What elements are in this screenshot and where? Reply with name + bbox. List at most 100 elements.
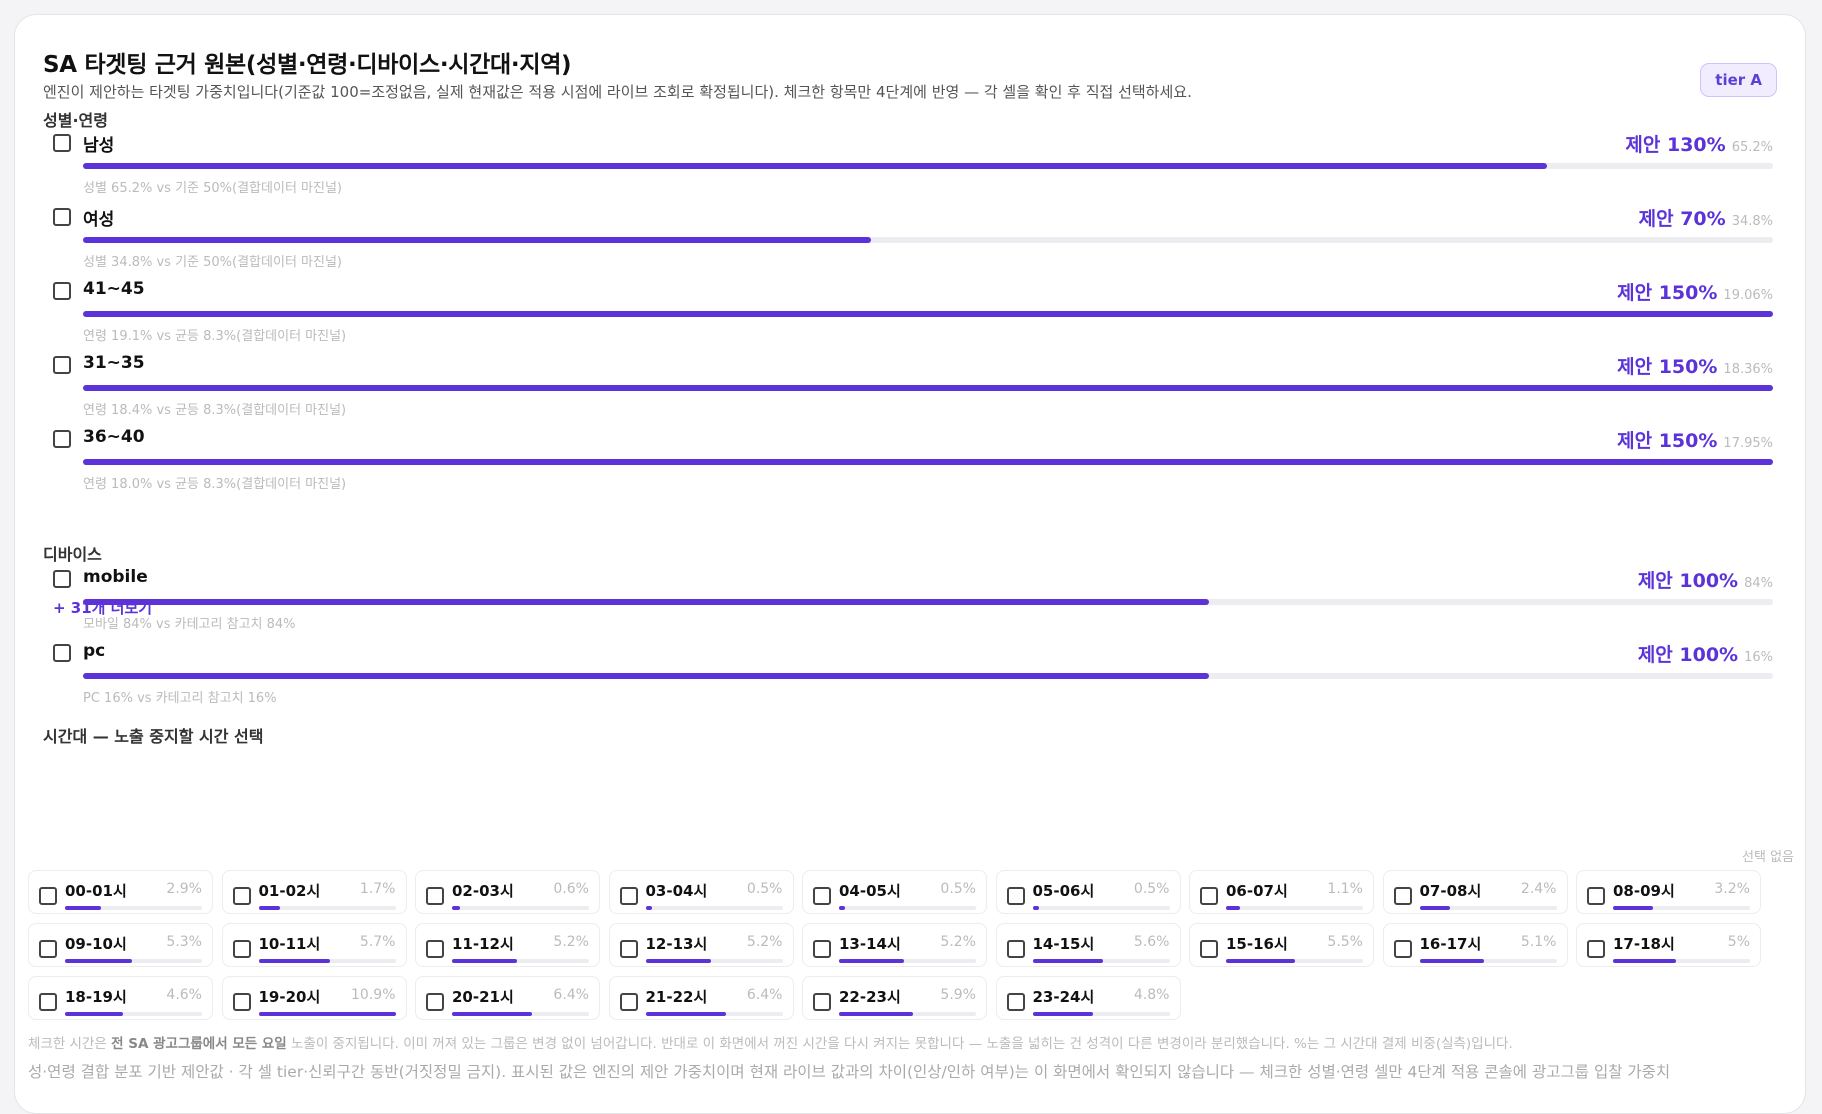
timeslot-cell[interactable]: 02-03시 0.6% — [415, 870, 600, 914]
timeslot-checkbox[interactable] — [232, 887, 251, 905]
timeslot-checkbox[interactable] — [619, 940, 638, 958]
timeslot-cell[interactable]: 09-10시 5.3% — [28, 923, 213, 967]
gender-age-row[interactable]: 31~35 제안 150% 18.36% 연령 18.4% vs 균등 8.3%(결합… — [53, 351, 1773, 431]
timeslot-label: 23-24시 — [1032, 988, 1095, 1006]
timeslot-checkbox[interactable] — [813, 940, 831, 958]
timeslot-checkbox[interactable] — [39, 993, 57, 1011]
timeslot-percent: 6.4% — [746, 987, 783, 1003]
timeslot-cell[interactable]: 20-21시 6.4% — [415, 976, 600, 1020]
timeslot-cell[interactable]: 04-05시 0.5% — [802, 870, 987, 914]
gender-age-row[interactable]: 36~40 제안 150% 17.95% 연령 18.0% vs 균등 8.3%(결합… — [53, 425, 1773, 505]
weight-bar-fill — [83, 385, 1773, 391]
timeslot-label: 06-07시 — [1226, 882, 1288, 900]
timeslot-checkbox[interactable] — [1006, 940, 1025, 958]
timeslot-bar-fill — [258, 906, 280, 910]
suggested-weight: 제안 150% — [1617, 282, 1718, 304]
timeslot-checkbox[interactable] — [232, 940, 251, 958]
timeslot-cell[interactable]: 11-12시 5.2% — [415, 923, 600, 967]
row-checkbox[interactable] — [53, 282, 71, 300]
timeslot-cell[interactable]: 17-18시 5% — [1576, 923, 1761, 967]
timeslot-cell[interactable]: 03-04시 0.5% — [608, 870, 794, 914]
timeslot-bar-track — [258, 1012, 396, 1016]
row-checkbox[interactable] — [53, 430, 71, 448]
timeslot-bar-fill — [1226, 906, 1240, 910]
timeslot-cell[interactable]: 06-07시 1.1% — [1189, 870, 1374, 914]
timeslot-label: 13-14시 — [839, 935, 901, 953]
timeslot-cell[interactable]: 12-13시 5.2% — [608, 923, 794, 967]
timeslot-bar-fill — [645, 959, 711, 963]
row-checkbox[interactable] — [53, 208, 71, 226]
timeslot-cell[interactable]: 13-14시 5.2% — [802, 923, 987, 967]
timeslot-bar-track — [65, 1012, 202, 1016]
timeslot-cell[interactable]: 01-02시 1.7% — [221, 870, 407, 914]
page-title: SA 타겟팅 근거 원본(성별·연령·디바이스·시간대·지역) — [43, 52, 572, 78]
timeslot-bar-fill — [452, 906, 460, 910]
row-note: PC 16% vs 카테고리 참고치 16% — [83, 691, 277, 706]
timeslot-checkbox[interactable] — [1200, 940, 1218, 958]
gender-age-row[interactable]: 남성 제안 130% 65.2% 성별 65.2% vs 기준 50%(결합데이터 마… — [53, 129, 1773, 209]
timeslot-percent: 2.4% — [1520, 881, 1557, 897]
suggested-weight: 제안 70% — [1638, 208, 1726, 230]
device-row[interactable]: pc 제안 100% 16% PC 16% vs 카테고리 참고치 16% — [53, 639, 1773, 719]
timeslot-checkbox[interactable] — [619, 993, 638, 1011]
timeslot-checkbox[interactable] — [232, 993, 251, 1011]
timeslot-footnote: 체크한 시간은 전 SA 광고그룹에서 모든 요일 노출이 중지됩니다. 이미 … — [28, 1036, 1513, 1052]
timeslot-checkbox[interactable] — [39, 940, 57, 958]
timeslot-percent: 5% — [1727, 934, 1750, 950]
timeslot-checkbox[interactable] — [1006, 887, 1025, 905]
tier-badge: tier A — [1700, 63, 1777, 97]
timeslot-percent: 6.4% — [553, 987, 589, 1003]
timeslot-checkbox[interactable] — [1587, 887, 1605, 905]
disclaimer: 성·연령 결합 분포 기반 제안값 · 각 셀 tier·신뢰구간 동반(거짓정… — [28, 1063, 1671, 1081]
timeslot-checkbox[interactable] — [813, 887, 831, 905]
timeslot-cell[interactable]: 08-09시 3.2% — [1576, 870, 1761, 914]
gender-age-row[interactable]: 41~45 제안 150% 19.06% 연령 19.1% vs 균등 8.3%(결합… — [53, 277, 1773, 357]
section-device: 디바이스 — [43, 545, 102, 564]
timeslot-cell[interactable]: 05-06시 0.5% — [995, 870, 1181, 914]
suggested-weight: 제안 150% — [1617, 430, 1718, 452]
timeslot-checkbox[interactable] — [1006, 993, 1025, 1011]
timeslot-cell[interactable]: 18-19시 4.6% — [28, 976, 213, 1020]
timeslot-checkbox[interactable] — [1393, 887, 1412, 905]
row-checkbox[interactable] — [53, 570, 71, 588]
section-gender-age: 성별·연령 — [43, 111, 108, 130]
timeslot-cell[interactable]: 23-24시 4.8% — [995, 976, 1181, 1020]
timeslot-bar-track — [258, 959, 396, 963]
row-value: 제안 150% 19.06% — [1617, 278, 1773, 305]
row-value: 제안 130% 65.2% — [1625, 130, 1773, 157]
timeslot-cell[interactable]: 19-20시 10.9% — [221, 976, 407, 1020]
timeslot-cell[interactable]: 21-22시 6.4% — [608, 976, 794, 1020]
row-checkbox[interactable] — [53, 134, 71, 152]
timeslot-cell[interactable]: 14-15시 5.6% — [995, 923, 1181, 967]
timeslot-checkbox[interactable] — [1587, 940, 1605, 958]
timeslot-checkbox[interactable] — [1393, 940, 1412, 958]
timeslot-bar-track — [839, 959, 976, 963]
timeslot-cell[interactable]: 22-23시 5.9% — [802, 976, 987, 1020]
timeslot-cell[interactable]: 00-01시 2.9% — [28, 870, 213, 914]
timeslot-cell[interactable]: 07-08시 2.4% — [1382, 870, 1568, 914]
row-checkbox[interactable] — [53, 356, 71, 374]
weight-bar-track — [83, 673, 1773, 679]
row-checkbox[interactable] — [53, 644, 71, 662]
timeslot-label: 08-09시 — [1613, 882, 1675, 900]
timeslot-percent: 5.1% — [1520, 934, 1557, 950]
timeslot-selection-status: 선택 없음 — [1742, 850, 1794, 865]
gender-age-row[interactable]: 여성 제안 70% 34.8% 성별 34.8% vs 기준 50%(결합데이터 마진… — [53, 203, 1773, 283]
row-label: 36~40 — [83, 427, 145, 447]
timeslot-percent: 5.9% — [940, 987, 976, 1003]
row-note: 성별 65.2% vs 기준 50%(결합데이터 마진널) — [83, 181, 342, 196]
timeslot-checkbox[interactable] — [39, 887, 57, 905]
timeslot-cell[interactable]: 16-17시 5.1% — [1382, 923, 1568, 967]
timeslot-checkbox[interactable] — [426, 993, 444, 1011]
timeslot-cell[interactable]: 15-16시 5.5% — [1189, 923, 1374, 967]
timeslot-bar-fill — [1419, 959, 1484, 963]
timeslot-checkbox[interactable] — [426, 940, 444, 958]
timeslot-checkbox[interactable] — [619, 887, 638, 905]
timeslot-checkbox[interactable] — [426, 887, 444, 905]
weight-bar-track — [83, 459, 1773, 465]
device-row[interactable]: mobile 제안 100% 84% 모바일 84% vs 카테고리 참고치 84% — [53, 565, 1773, 645]
timeslot-bar-track — [1419, 906, 1557, 910]
timeslot-cell[interactable]: 10-11시 5.7% — [221, 923, 407, 967]
timeslot-checkbox[interactable] — [1200, 887, 1218, 905]
timeslot-checkbox[interactable] — [813, 993, 831, 1011]
